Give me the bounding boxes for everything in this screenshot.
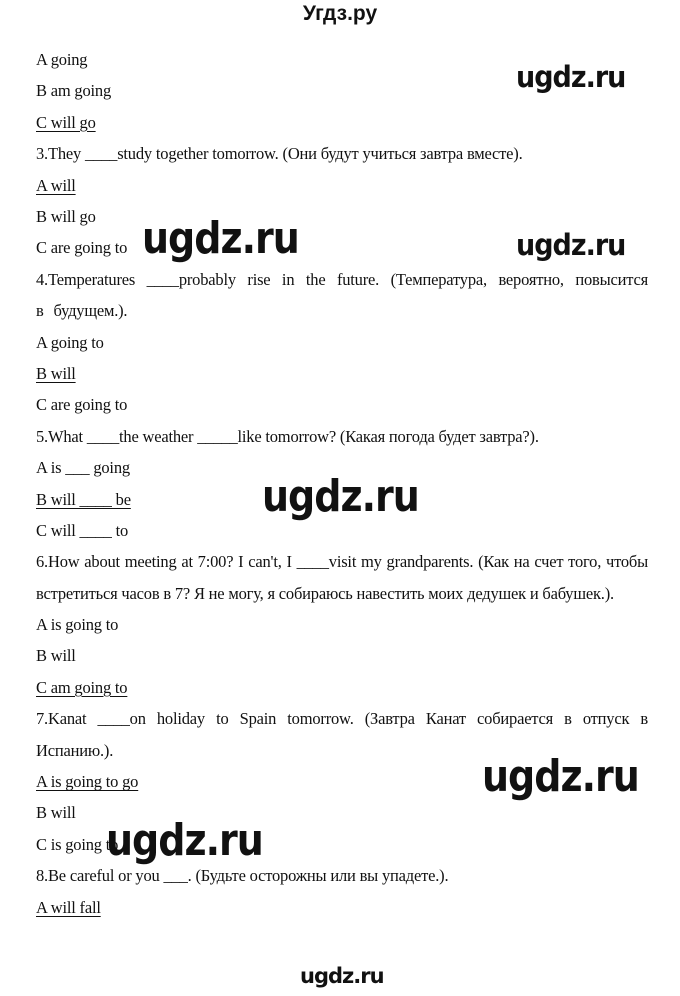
watermark: ugdz.ru <box>516 228 626 263</box>
option-c: C are going to <box>36 395 128 415</box>
watermark: ugdz.ru <box>262 470 420 522</box>
option-a: A is going to <box>36 615 119 635</box>
question-5: 5.What ____the weather _____like tomorro… <box>36 426 539 446</box>
option-a-correct: A will fall <box>36 897 101 917</box>
watermark: ugdz.ru <box>106 814 264 866</box>
option-c-correct: C am going to <box>36 677 128 697</box>
question-6: 6.How about meeting at 7:00? I can't, I … <box>36 552 648 603</box>
watermark: ugdz.ru <box>142 212 300 264</box>
watermark: ugdz.ru <box>482 750 640 802</box>
option-c-correct: C will go <box>36 112 96 132</box>
option-a: A going to <box>36 332 104 352</box>
watermark: ugdz.ru <box>516 60 626 95</box>
option-b: B will <box>36 646 76 666</box>
option-a-correct: A will <box>36 175 76 195</box>
question-4: 4.Temperatures ____probably rise in the … <box>36 269 648 321</box>
option-b-correct: B will <box>36 363 76 383</box>
site-title: Угдз.ру <box>302 2 378 25</box>
watermark: ugdz.ru <box>300 964 385 988</box>
question-3: 3.They ____study together tomorrow. (Они… <box>36 144 523 164</box>
